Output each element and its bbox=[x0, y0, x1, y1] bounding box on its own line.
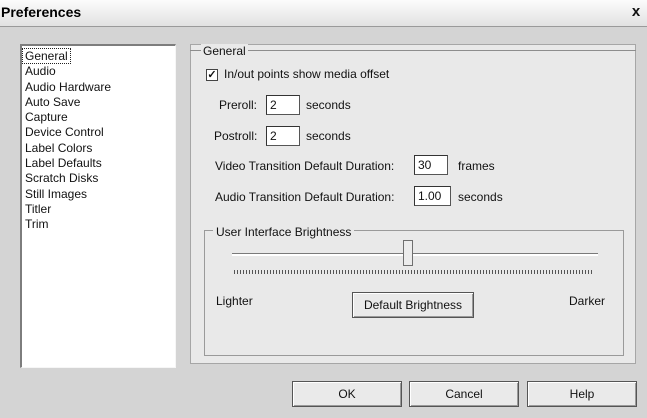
video-transition-unit: frames bbox=[458, 159, 495, 173]
sidebar-item-label-colors[interactable]: Label Colors bbox=[22, 141, 175, 156]
darker-label: Darker bbox=[569, 294, 606, 308]
slider-tick-marks bbox=[234, 270, 592, 274]
sidebar-item-capture[interactable]: Capture bbox=[22, 110, 175, 125]
sidebar-item-audio-hardware[interactable]: Audio Hardware bbox=[22, 80, 175, 95]
cancel-button[interactable]: Cancel bbox=[409, 381, 519, 407]
video-transition-label: Video Transition Default Duration: bbox=[215, 159, 395, 173]
video-transition-input[interactable] bbox=[414, 155, 448, 175]
audio-transition-label: Audio Transition Default Duration: bbox=[215, 190, 395, 204]
sidebar-item-auto-save[interactable]: Auto Save bbox=[22, 95, 175, 110]
sidebar-item-device-control[interactable]: Device Control bbox=[22, 125, 175, 140]
category-list[interactable]: General Audio Audio Hardware Auto Save C… bbox=[20, 44, 176, 368]
postroll-label: Postroll: bbox=[214, 129, 258, 143]
brightness-slider-track[interactable] bbox=[232, 253, 598, 256]
sidebar-item-titler[interactable]: Titler bbox=[22, 202, 175, 217]
preroll-label: Preroll: bbox=[219, 98, 258, 112]
sidebar-item-trim[interactable]: Trim bbox=[22, 217, 175, 232]
close-icon[interactable]: x bbox=[629, 4, 643, 20]
window-title: Preferences bbox=[1, 4, 82, 20]
brightness-group-label: User Interface Brightness bbox=[213, 225, 355, 239]
general-group-label: General bbox=[201, 44, 248, 58]
preroll-unit: seconds bbox=[306, 98, 351, 112]
lighter-label: Lighter bbox=[216, 294, 253, 308]
ok-button[interactable]: OK bbox=[292, 381, 402, 407]
title-bar: Preferences x bbox=[0, 0, 647, 27]
sidebar-item-scratch-disks[interactable]: Scratch Disks bbox=[22, 171, 175, 186]
sidebar-item-audio[interactable]: Audio bbox=[22, 64, 175, 79]
media-offset-label: In/out points show media offset bbox=[224, 67, 390, 81]
postroll-input[interactable] bbox=[266, 126, 300, 146]
checkmark-icon: ✓ bbox=[207, 69, 217, 81]
audio-transition-input[interactable] bbox=[414, 186, 451, 206]
preroll-input[interactable] bbox=[266, 95, 300, 115]
audio-transition-unit: seconds bbox=[458, 190, 503, 204]
default-brightness-button[interactable]: Default Brightness bbox=[352, 292, 474, 318]
media-offset-checkbox[interactable]: ✓ bbox=[206, 69, 218, 81]
postroll-unit: seconds bbox=[306, 129, 351, 143]
sidebar-item-still-images[interactable]: Still Images bbox=[22, 187, 175, 202]
brightness-slider-thumb[interactable] bbox=[402, 240, 413, 266]
help-button[interactable]: Help bbox=[527, 381, 637, 407]
sidebar-item-general[interactable]: General bbox=[22, 48, 175, 64]
sidebar-item-label-defaults[interactable]: Label Defaults bbox=[22, 156, 175, 171]
